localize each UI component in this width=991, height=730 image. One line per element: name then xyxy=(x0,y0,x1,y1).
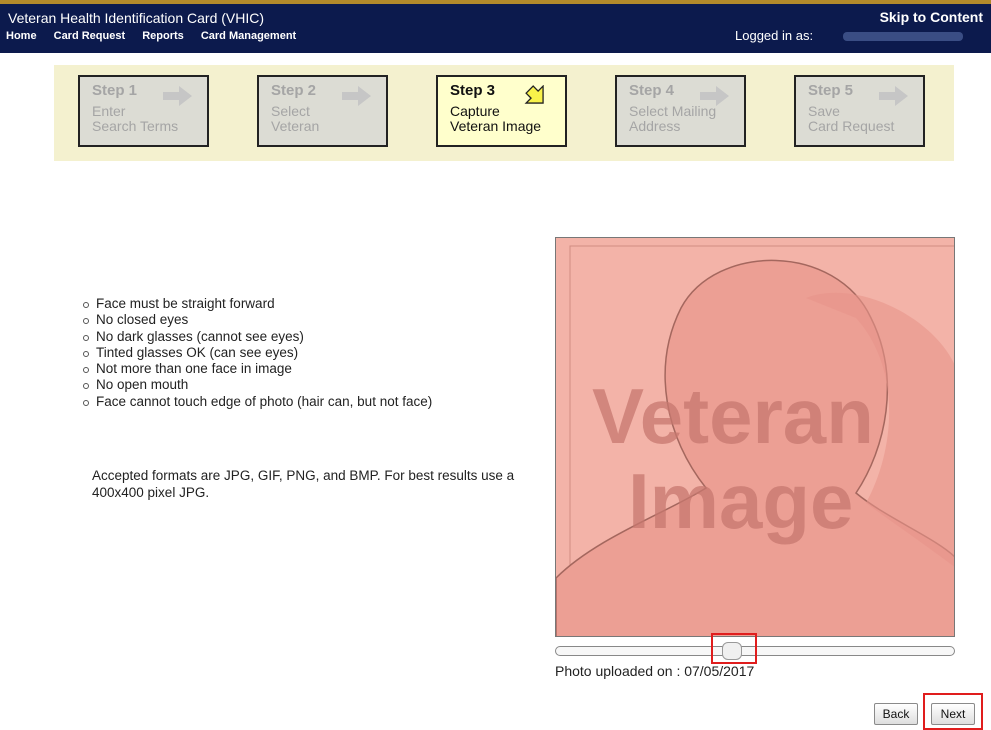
step-3: Step 3 Capture Veteran Image xyxy=(436,75,567,147)
step-1-line2: Search Terms xyxy=(92,118,179,134)
step-1: Step 1 Enter Search Terms xyxy=(78,75,209,147)
requirement-item: Tinted glasses OK (can see eyes) xyxy=(82,345,432,361)
app-title: Veteran Health Identification Card (VHIC… xyxy=(8,10,265,26)
back-button[interactable]: Back xyxy=(874,703,918,725)
header-bar: Veteran Health Identification Card (VHIC… xyxy=(0,0,991,53)
step-4: Step 4 Select Mailing Address xyxy=(615,75,746,147)
arrow-right-icon xyxy=(163,86,192,106)
nav-home[interactable]: Home xyxy=(6,30,37,42)
step-2-line2: Veteran xyxy=(271,118,320,134)
step-3-line2: Veteran Image xyxy=(450,118,542,134)
watermark-line-2: Image xyxy=(628,457,853,545)
nav-card-management[interactable]: Card Management xyxy=(201,30,296,42)
photo-requirements-list: Face must be straight forward No closed … xyxy=(82,296,432,410)
step-4-line2: Address xyxy=(629,118,681,134)
arrow-right-icon xyxy=(879,86,908,106)
requirement-item: No open mouth xyxy=(82,377,432,393)
requirement-item: Face must be straight forward xyxy=(82,296,432,312)
silhouette-placeholder-image: Veteran Image xyxy=(556,245,954,636)
nav-reports[interactable]: Reports xyxy=(142,30,184,42)
watermark-line-1: Veteran xyxy=(592,372,874,460)
arrow-down-right-icon xyxy=(524,85,544,104)
step-5: Step 5 Save Card Request xyxy=(794,75,925,147)
arrow-right-icon xyxy=(700,86,729,106)
requirement-item: Not more than one face in image xyxy=(82,361,432,377)
veteran-image-preview[interactable]: Veteran Image xyxy=(555,237,955,637)
step-2: Step 2 Select Veteran xyxy=(257,75,388,147)
accepted-formats-note: Accepted formats are JPG, GIF, PNG, and … xyxy=(92,468,515,500)
requirement-item: No closed eyes xyxy=(82,312,432,328)
logged-in-user-redacted xyxy=(843,32,963,41)
skip-to-content-link[interactable]: Skip to Content xyxy=(880,9,983,25)
nav-card-request[interactable]: Card Request xyxy=(54,30,126,42)
logged-in-label: Logged in as: xyxy=(735,28,814,43)
requirement-item: No dark glasses (cannot see eyes) xyxy=(82,329,432,345)
slider-highlight-box xyxy=(711,633,757,664)
next-highlight-box xyxy=(923,693,983,730)
arrow-right-icon xyxy=(342,86,371,106)
requirement-item: Face cannot touch edge of photo (hair ca… xyxy=(82,393,433,409)
step-progress: Step 1 Enter Search Terms Step 2 Select … xyxy=(54,65,954,161)
main-nav: Home Card Request Reports Card Managemen… xyxy=(6,30,310,42)
step-5-line2: Card Request xyxy=(808,118,895,134)
photo-uploaded-date: Photo uploaded on : 07/05/2017 xyxy=(555,663,755,679)
